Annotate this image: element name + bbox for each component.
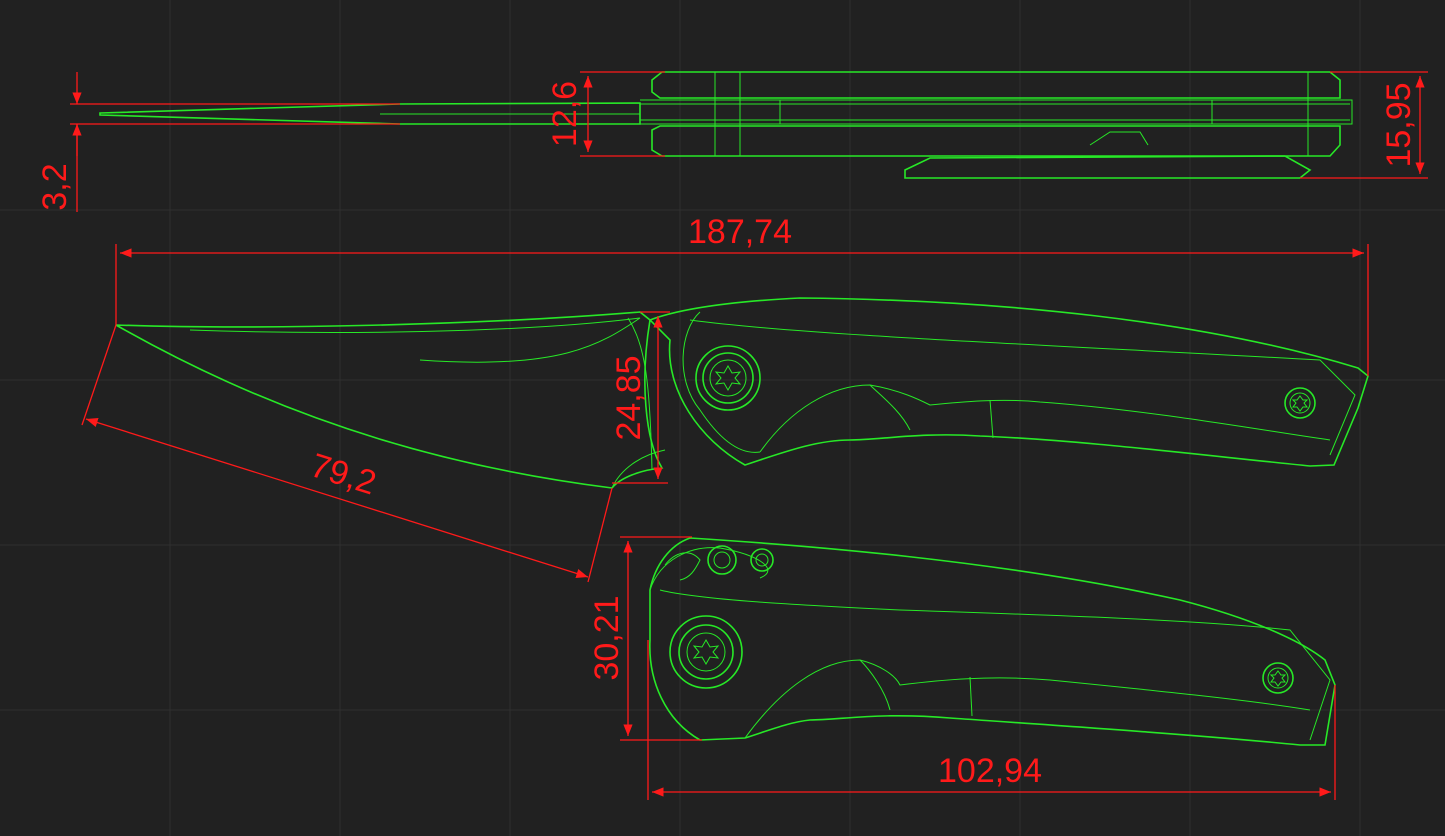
dimension-blade-height: 24,85 — [610, 355, 648, 440]
dimension-overall-length: 187,74 — [688, 213, 792, 251]
dimension-closed-length: 102,94 — [938, 752, 1042, 790]
open-knife-side-view — [115, 297, 1369, 489]
dimension-handle-thickness: 12,6 — [546, 81, 584, 147]
knife-technical-drawing: 187,74 79,2 24,85 102,94 30,21 3,2 12,6 … — [0, 0, 1445, 836]
dimension-blade-length: 79,2 — [306, 446, 381, 502]
open-knife-dimensions — [81, 244, 1369, 583]
dimension-closed-height: 30,21 — [588, 595, 626, 680]
dimension-blade-thickness: 3,2 — [36, 163, 74, 210]
dimension-total-thickness: 15,95 — [1380, 82, 1418, 167]
closed-knife-side-view — [649, 537, 1336, 746]
top-view-knife — [99, 71, 1353, 179]
top-view-dimensions — [70, 71, 1428, 212]
